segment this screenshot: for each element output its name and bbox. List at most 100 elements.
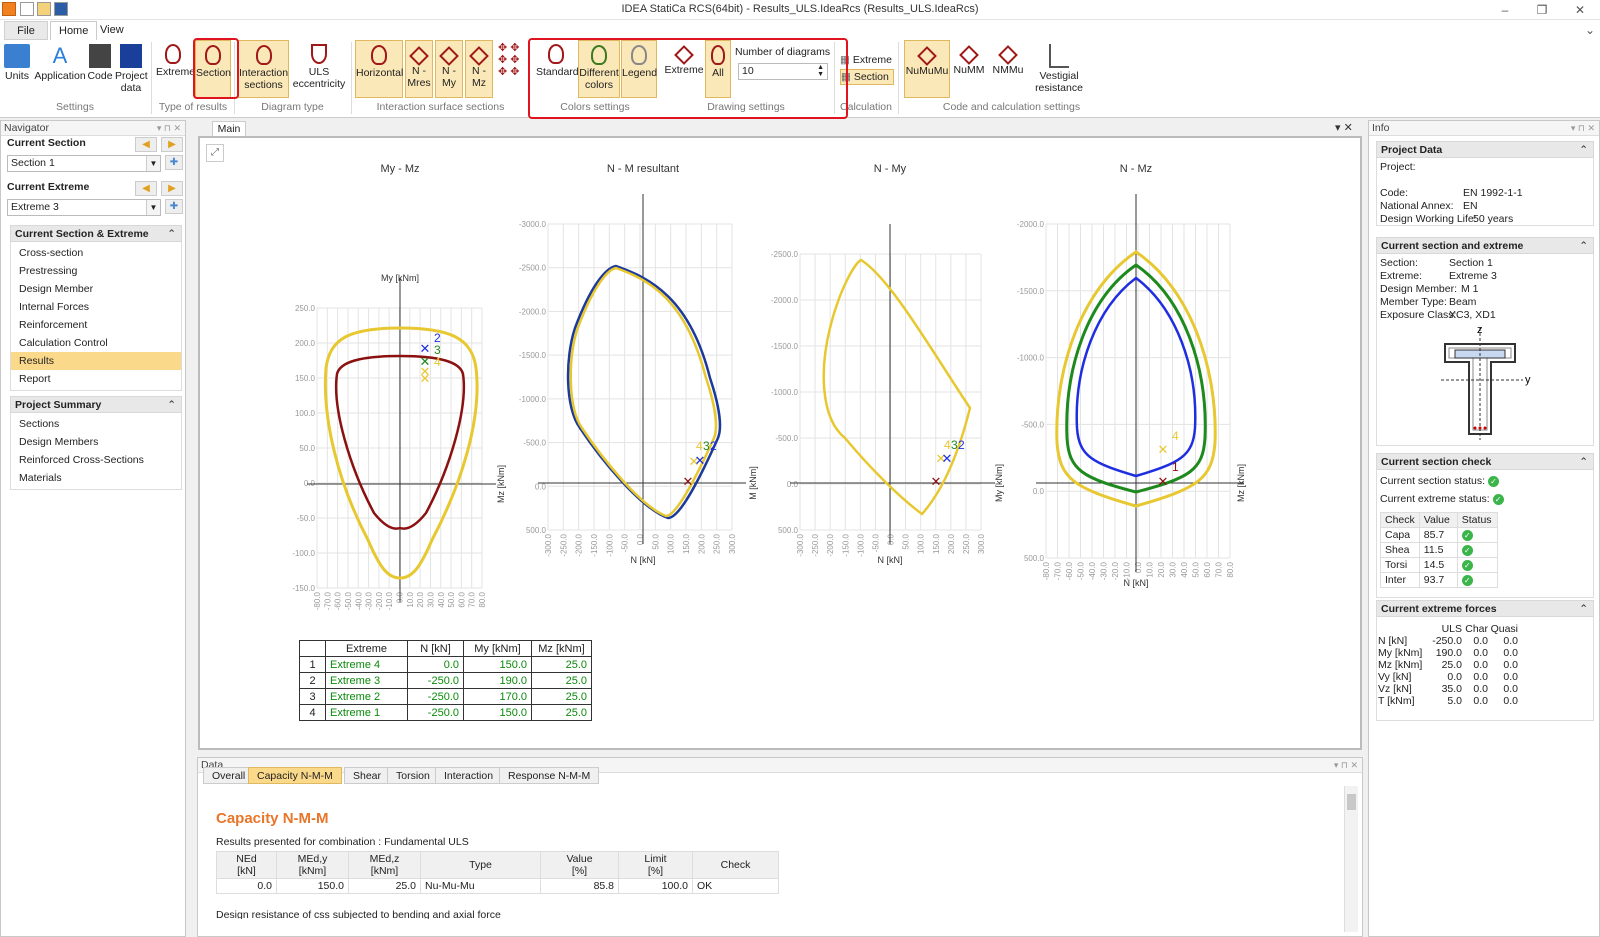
- nav-item-internal-forces[interactable]: Internal Forces: [11, 298, 181, 316]
- surface-small-icons[interactable]: ✥ ✥ ✥ ✥ ✥ ✥: [498, 42, 528, 92]
- nav-item-reinforcement[interactable]: Reinforcement: [11, 316, 181, 334]
- kv-value: 50 years: [1473, 213, 1514, 225]
- table-header: Check: [1380, 512, 1420, 528]
- data-tab-response[interactable]: Response N-M-M: [499, 767, 600, 784]
- table-header: [1378, 623, 1426, 635]
- minimize-icon[interactable]: –: [1497, 2, 1513, 18]
- vestigial-resistance-button[interactable]: Vestigial resistance: [1032, 40, 1086, 98]
- data-tab-shear[interactable]: Shear: [344, 767, 391, 784]
- nav-item-materials[interactable]: Materials: [11, 469, 181, 487]
- n-mz-button[interactable]: N - Mz: [465, 40, 493, 98]
- collapse-icon[interactable]: ⌃: [1579, 142, 1588, 159]
- x-tick-label: 70.0: [1215, 561, 1224, 577]
- uls-eccentricity-button[interactable]: ULS eccentricity: [292, 40, 346, 98]
- collapse-icon[interactable]: ⌃: [1579, 238, 1588, 255]
- ribbon-collapse-icon[interactable]: ⌄: [1582, 22, 1598, 38]
- panel-controls-icon[interactable]: ▾ ⊓ ✕: [1571, 121, 1595, 135]
- table-cell: 0.0: [1473, 647, 1488, 659]
- main-tab-controls-icon[interactable]: ▾ ✕: [1335, 121, 1353, 134]
- table-cell: 0.0: [1503, 635, 1518, 647]
- vestigial-resistance-label: Vestigial resistance: [1035, 70, 1083, 94]
- project-data-button[interactable]: Project data: [115, 40, 148, 98]
- table-cell: 0.0: [1503, 671, 1518, 683]
- calc-extreme-button[interactable]: ▦ Extreme: [840, 52, 894, 68]
- section-title: Current section and extreme: [1381, 240, 1524, 252]
- next-section-icon[interactable]: ▶: [161, 137, 183, 152]
- table-row: Mz [kNm] 25.0 0.0 0.0: [1378, 659, 1518, 671]
- data-scrollbar[interactable]: [1344, 786, 1358, 932]
- data-tab-overall[interactable]: Overall: [203, 767, 255, 784]
- current-section-select[interactable]: Section 1 ▼: [7, 155, 161, 172]
- data-tab-capacity[interactable]: Capacity N-M-M: [248, 767, 342, 784]
- code-button[interactable]: Code: [87, 40, 113, 98]
- nav-item-cross-section[interactable]: Cross-section: [11, 244, 181, 262]
- nav-item-sections[interactable]: Sections: [11, 415, 181, 433]
- collapse-icon[interactable]: ⌃: [167, 397, 176, 414]
- close-window-icon[interactable]: ✕: [1572, 2, 1588, 18]
- panel-controls-icon[interactable]: ▾ ⊓ ✕: [157, 121, 181, 135]
- table-header: My [kNm]: [463, 640, 532, 657]
- x-tick-label: -100.0: [605, 533, 614, 556]
- table-cell: 25.0: [531, 688, 592, 705]
- tab-main[interactable]: Main: [212, 121, 246, 136]
- application-button[interactable]: A Application: [34, 40, 86, 98]
- nav-item-design-member[interactable]: Design Member: [11, 280, 181, 298]
- nav-item-design-members[interactable]: Design Members: [11, 433, 181, 451]
- table-cell: ✓: [1456, 527, 1498, 543]
- blue-envelope-nm: [566, 264, 722, 520]
- y-tick-label: 200.0: [295, 339, 316, 348]
- extreme-type-button[interactable]: Extreme: [156, 40, 195, 98]
- table-cell: 0.0: [1503, 695, 1518, 707]
- data-tab-torsion[interactable]: Torsion: [387, 767, 439, 784]
- group-header[interactable]: Project Summary ⌃: [10, 396, 182, 413]
- next-extreme-icon[interactable]: ▶: [161, 181, 183, 196]
- add-section-icon[interactable]: ✚: [165, 155, 183, 170]
- numm-button[interactable]: NuMM: [952, 40, 986, 98]
- interaction-sections-button[interactable]: Interaction sections: [238, 40, 289, 98]
- prev-extreme-icon[interactable]: ◀: [135, 181, 157, 196]
- section-header[interactable]: Current section check ⌃: [1376, 453, 1594, 470]
- nav-item-reinforced-cross-sections[interactable]: Reinforced Cross-Sections: [11, 451, 181, 469]
- prev-section-icon[interactable]: ◀: [135, 137, 157, 152]
- table-row[interactable]: Torsi 14.5 ✓: [1380, 557, 1498, 573]
- current-extreme-select[interactable]: Extreme 3 ▼: [7, 199, 161, 216]
- section-header[interactable]: Project Data ⌃: [1376, 141, 1594, 158]
- panel-controls-icon[interactable]: ▾ ⊓ ✕: [1334, 758, 1358, 772]
- tab-file[interactable]: File: [4, 21, 48, 40]
- table-cell: 190.0: [1435, 647, 1462, 659]
- n-mres-button[interactable]: N - Mres: [405, 40, 433, 98]
- data-tab-interaction[interactable]: Interaction: [435, 767, 503, 784]
- table-row[interactable]: Inter 93.7 ✓: [1380, 572, 1498, 588]
- add-extreme-icon[interactable]: ✚: [165, 199, 183, 214]
- tab-home[interactable]: Home: [50, 21, 98, 40]
- y-tick-label: -2500.0: [519, 264, 547, 273]
- table-row[interactable]: Capa 85.7 ✓: [1380, 527, 1498, 543]
- group-header[interactable]: Current Section & Extreme ⌃: [10, 225, 182, 242]
- units-button[interactable]: Units: [2, 40, 32, 98]
- table-row[interactable]: Shea 11.5 ✓: [1380, 542, 1498, 558]
- maximize-icon[interactable]: ❐: [1534, 2, 1550, 18]
- scrollbar-thumb[interactable]: [1347, 794, 1356, 810]
- nav-item-report[interactable]: Report: [11, 370, 181, 388]
- collapse-icon[interactable]: ⌃: [1579, 454, 1588, 471]
- x-tick-label: 250.0: [962, 533, 971, 554]
- navigator-header: Navigator ▾ ⊓ ✕: [1, 121, 185, 136]
- numumu-button[interactable]: NuMuMu: [904, 40, 950, 98]
- y-tick-label: 50.0: [299, 444, 315, 453]
- collapse-icon[interactable]: ⌃: [167, 226, 176, 243]
- calc-section-button[interactable]: ▦ Section: [840, 69, 894, 85]
- x-tick-label: 150.0: [932, 533, 941, 554]
- y-tick-label: -500.0: [775, 434, 798, 443]
- nmmu-button[interactable]: NMMu: [988, 40, 1028, 98]
- n-my-button[interactable]: N - My: [435, 40, 463, 98]
- section-header[interactable]: Current section and extreme ⌃: [1376, 237, 1594, 254]
- nav-item-calculation-control[interactable]: Calculation Control: [11, 334, 181, 352]
- table-cell: 150.0: [276, 878, 349, 894]
- collapse-icon[interactable]: ⌃: [1579, 601, 1588, 618]
- tab-view[interactable]: View: [92, 21, 132, 40]
- nav-item-results[interactable]: Results: [11, 352, 181, 370]
- section-header[interactable]: Current extreme forces ⌃: [1376, 600, 1594, 617]
- nav-item-prestressing[interactable]: Prestressing: [11, 262, 181, 280]
- cse-body: Section: Section 1 Extreme: Extreme 3 Desi…: [1376, 254, 1594, 446]
- horizontal-button[interactable]: Horizontal: [355, 40, 403, 98]
